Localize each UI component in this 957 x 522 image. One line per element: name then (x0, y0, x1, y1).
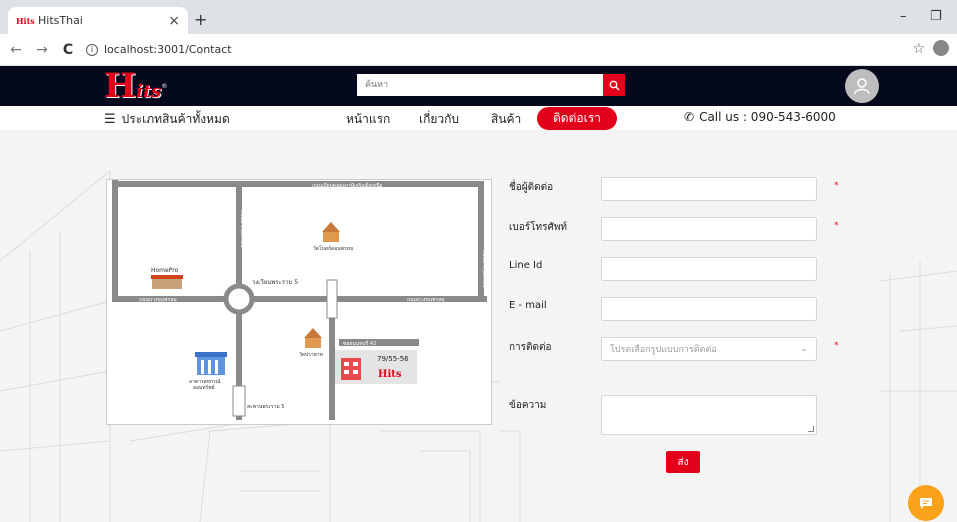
browser-toolbar: ← → C i localhost:3001/Contact (0, 34, 957, 66)
contact-type-placeholder: โปรดเลือกรูปแบบการติดต่อ (610, 345, 717, 355)
map-address-label: 79/55-56 (377, 355, 409, 363)
hits-store-marker: 79/55-56 Hits (335, 350, 417, 384)
search-button[interactable] (603, 74, 625, 96)
line-id-input[interactable] (601, 257, 817, 281)
map-hits-mark: Hits (378, 369, 402, 380)
map-roundabout-label: วงเวียนพระราม 5 (252, 278, 298, 286)
chevron-down-icon: ⌄ (800, 344, 808, 354)
favicon-icon: Hits (16, 15, 35, 26)
message-textarea[interactable] (601, 395, 817, 435)
bookmark-star-icon[interactable]: ☆ (912, 41, 925, 57)
restore-icon[interactable]: ❐ (930, 9, 942, 24)
map-road-left-vertical-label: ถนนบางขุนพรหม (239, 210, 245, 248)
main-nav: ☰ ประเภทสินค้าทั้งหมด หน้าแรก เกี่ยวกับ … (0, 106, 957, 131)
contact-name-required-mark: * (834, 181, 839, 191)
submit-button[interactable]: ส่ง (666, 451, 700, 473)
browser-tabstrip: Hits HitsThai × + – ❐ (0, 0, 957, 34)
map-temple-bottom-label: วัดปราสาท (299, 352, 323, 358)
contact-page-body: ถนนเลียบคลองภาษีเจริญฝั่งเหนือ ถนนบางขุน… (0, 131, 957, 522)
phone-label: เบอร์โทรศัพท์ (509, 222, 568, 233)
logo-registered: ® (161, 83, 168, 90)
phone-required-mark: * (834, 221, 839, 231)
email-label: E - mail (509, 300, 547, 311)
homepro-store-icon (151, 275, 183, 289)
search-icon (609, 80, 619, 90)
phone-icon: ✆ (684, 110, 695, 124)
site-header: Hits ® (0, 66, 957, 106)
message-label: ข้อความ (509, 400, 547, 411)
chat-button[interactable] (908, 485, 944, 521)
map-road-middle-right-label: ถนนบางขุนพรหม (407, 297, 445, 303)
map-temple-top-label: วัดโบสถ์ดอนพรหม (313, 245, 353, 252)
contact-name-input[interactable] (601, 177, 817, 201)
temple-bottom-icon (304, 328, 322, 348)
minimize-icon[interactable]: – (900, 9, 907, 24)
hamburger-icon: ☰ (104, 112, 116, 127)
chat-icon (920, 498, 932, 509)
address-bar[interactable]: i localhost:3001/Contact (86, 43, 232, 56)
tab-close-icon[interactable]: × (168, 13, 180, 29)
profile-icon[interactable] (933, 40, 949, 56)
contact-type-label: การติดต่อ (509, 342, 552, 353)
url-text: localhost:3001/Contact (104, 43, 232, 56)
map-road-right-vertical-label: ถนนบางขุนพรหม (481, 250, 487, 288)
logo-letter-h: H (104, 66, 137, 106)
call-us-text: Call us : 090-543-6000 (699, 110, 836, 124)
map-graphic: ถนนเลียบคลองภาษีเจริญฝั่งเหนือ ถนนบางขุน… (112, 180, 487, 420)
hits-logo[interactable]: Hits ® (104, 69, 167, 103)
site-info-icon[interactable]: i (86, 43, 98, 56)
bank-building-icon (195, 352, 227, 375)
browser-tab[interactable]: Hits HitsThai × (8, 7, 188, 34)
map-bank-label-line2: ออมทรัพย์ (193, 384, 215, 391)
nav-home[interactable]: หน้าแรก (346, 110, 390, 129)
email-input[interactable] (601, 297, 817, 321)
nav-contact[interactable]: ติดต่อเรา (537, 107, 617, 130)
map-soi-label: ซอยนนทบุรี 42 (343, 340, 376, 347)
map-homepro-label: HomePro (151, 267, 179, 274)
forward-icon[interactable]: → (32, 42, 52, 58)
new-tab-button[interactable]: + (194, 10, 207, 29)
phone-input[interactable] (601, 217, 817, 241)
call-us[interactable]: ✆ Call us : 090-543-6000 (684, 110, 836, 124)
tab-title: HitsThai (38, 14, 83, 27)
user-icon (854, 78, 870, 95)
contact-name-label: ชื่อผู้ติดต่อ (509, 182, 554, 193)
map-road-middle-left-label: ถนนบางขุนพรหม (139, 297, 177, 303)
temple-top-icon (322, 222, 340, 242)
user-avatar[interactable] (845, 69, 879, 103)
location-map: ถนนเลียบคลองภาษีเจริญฝั่งเหนือ ถนนบางขุน… (106, 179, 492, 425)
contact-type-required-mark: * (834, 341, 839, 351)
all-categories-menu[interactable]: ☰ ประเภทสินค้าทั้งหมด (104, 110, 230, 129)
reload-icon[interactable]: C (58, 42, 78, 58)
map-bank-label-line1: อาคารสหกรณ์ (189, 378, 221, 385)
contact-type-select[interactable]: โปรดเลือกรูปแบบการติดต่อ ⌄ (601, 337, 817, 361)
resize-handle-icon[interactable] (808, 426, 814, 432)
back-icon[interactable]: ← (6, 42, 26, 58)
all-categories-label: ประเภทสินค้าทั้งหมด (121, 112, 230, 126)
logo-letters-its: its (136, 81, 162, 102)
nav-about[interactable]: เกี่ยวกับ (419, 110, 459, 129)
search-bar (357, 74, 625, 96)
search-input[interactable] (357, 74, 603, 96)
line-id-label: Line Id (509, 260, 543, 271)
nav-products[interactable]: สินค้า (491, 110, 521, 129)
map-bridge-label: สะพานพระราม 5 (247, 404, 285, 410)
map-road-top-label: ถนนเลียบคลองภาษีเจริญฝั่งเหนือ (312, 182, 382, 189)
